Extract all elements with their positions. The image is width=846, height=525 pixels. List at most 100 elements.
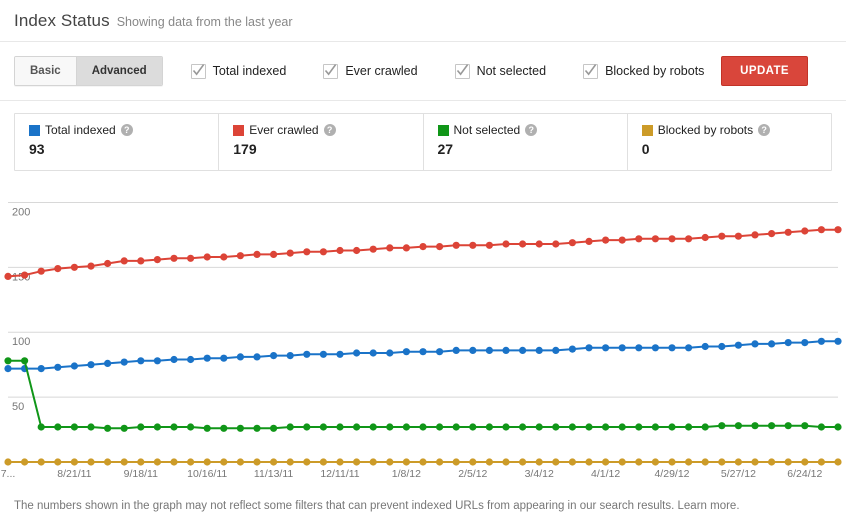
data-point[interactable]: [519, 240, 526, 247]
data-point[interactable]: [602, 344, 609, 351]
data-point[interactable]: [619, 344, 626, 351]
data-point[interactable]: [585, 423, 592, 430]
data-point[interactable]: [436, 243, 443, 250]
data-point[interactable]: [652, 423, 659, 430]
checkbox-total-indexed[interactable]: Total indexed: [191, 64, 287, 79]
data-point[interactable]: [635, 458, 642, 465]
data-point[interactable]: [187, 423, 194, 430]
data-point[interactable]: [38, 458, 45, 465]
data-point[interactable]: [137, 257, 144, 264]
data-point[interactable]: [735, 342, 742, 349]
data-point[interactable]: [403, 423, 410, 430]
data-point[interactable]: [4, 357, 11, 364]
data-point[interactable]: [154, 256, 161, 263]
data-point[interactable]: [104, 260, 111, 267]
data-point[interactable]: [569, 239, 576, 246]
data-point[interactable]: [801, 227, 808, 234]
data-point[interactable]: [419, 423, 426, 430]
data-point[interactable]: [486, 423, 493, 430]
data-point[interactable]: [502, 240, 509, 247]
data-point[interactable]: [702, 234, 709, 241]
data-point[interactable]: [121, 425, 128, 432]
data-point[interactable]: [436, 348, 443, 355]
data-point[interactable]: [220, 425, 227, 432]
data-point[interactable]: [54, 458, 61, 465]
data-point[interactable]: [253, 353, 260, 360]
data-point[interactable]: [154, 423, 161, 430]
data-point[interactable]: [486, 458, 493, 465]
data-point[interactable]: [536, 347, 543, 354]
data-point[interactable]: [21, 272, 28, 279]
data-point[interactable]: [569, 423, 576, 430]
data-point[interactable]: [785, 229, 792, 236]
data-point[interactable]: [303, 423, 310, 430]
data-point[interactable]: [71, 264, 78, 271]
data-point[interactable]: [54, 265, 61, 272]
data-point[interactable]: [735, 233, 742, 240]
data-point[interactable]: [785, 458, 792, 465]
data-point[interactable]: [170, 458, 177, 465]
data-point[interactable]: [751, 340, 758, 347]
help-icon[interactable]: ?: [324, 124, 336, 136]
data-point[interactable]: [187, 255, 194, 262]
data-point[interactable]: [419, 243, 426, 250]
data-point[interactable]: [453, 458, 460, 465]
data-point[interactable]: [104, 360, 111, 367]
data-point[interactable]: [237, 353, 244, 360]
data-point[interactable]: [685, 235, 692, 242]
data-point[interactable]: [469, 458, 476, 465]
data-point[interactable]: [453, 423, 460, 430]
data-point[interactable]: [403, 244, 410, 251]
view-mode-advanced[interactable]: Advanced: [76, 57, 162, 85]
data-point[interactable]: [71, 423, 78, 430]
data-point[interactable]: [668, 458, 675, 465]
data-point[interactable]: [121, 359, 128, 366]
data-point[interactable]: [602, 423, 609, 430]
data-point[interactable]: [270, 251, 277, 258]
data-point[interactable]: [370, 423, 377, 430]
data-point[interactable]: [602, 237, 609, 244]
data-point[interactable]: [386, 423, 393, 430]
data-point[interactable]: [21, 458, 28, 465]
data-point[interactable]: [154, 458, 161, 465]
data-point[interactable]: [785, 422, 792, 429]
data-point[interactable]: [220, 253, 227, 260]
data-point[interactable]: [685, 344, 692, 351]
data-point[interactable]: [702, 423, 709, 430]
data-point[interactable]: [619, 423, 626, 430]
data-point[interactable]: [453, 347, 460, 354]
data-point[interactable]: [336, 458, 343, 465]
data-point[interactable]: [768, 230, 775, 237]
data-point[interactable]: [87, 458, 94, 465]
data-point[interactable]: [370, 458, 377, 465]
data-point[interactable]: [718, 458, 725, 465]
data-point[interactable]: [652, 344, 659, 351]
data-point[interactable]: [270, 425, 277, 432]
data-point[interactable]: [419, 348, 426, 355]
data-point[interactable]: [436, 423, 443, 430]
data-point[interactable]: [253, 458, 260, 465]
data-point[interactable]: [502, 347, 509, 354]
checkmark-icon[interactable]: [323, 64, 338, 79]
data-point[interactable]: [320, 248, 327, 255]
data-point[interactable]: [336, 423, 343, 430]
data-point[interactable]: [336, 247, 343, 254]
data-point[interactable]: [303, 248, 310, 255]
data-point[interactable]: [187, 458, 194, 465]
data-point[interactable]: [834, 338, 841, 345]
data-point[interactable]: [619, 237, 626, 244]
data-point[interactable]: [569, 458, 576, 465]
data-point[interactable]: [270, 352, 277, 359]
data-point[interactable]: [87, 361, 94, 368]
data-point[interactable]: [469, 347, 476, 354]
checkmark-icon[interactable]: [455, 64, 470, 79]
data-point[interactable]: [320, 351, 327, 358]
data-point[interactable]: [585, 238, 592, 245]
data-point[interactable]: [552, 458, 559, 465]
checkmark-icon[interactable]: [583, 64, 598, 79]
data-point[interactable]: [220, 458, 227, 465]
checkmark-icon[interactable]: [191, 64, 206, 79]
data-point[interactable]: [170, 356, 177, 363]
data-point[interactable]: [237, 252, 244, 259]
data-point[interactable]: [170, 255, 177, 262]
